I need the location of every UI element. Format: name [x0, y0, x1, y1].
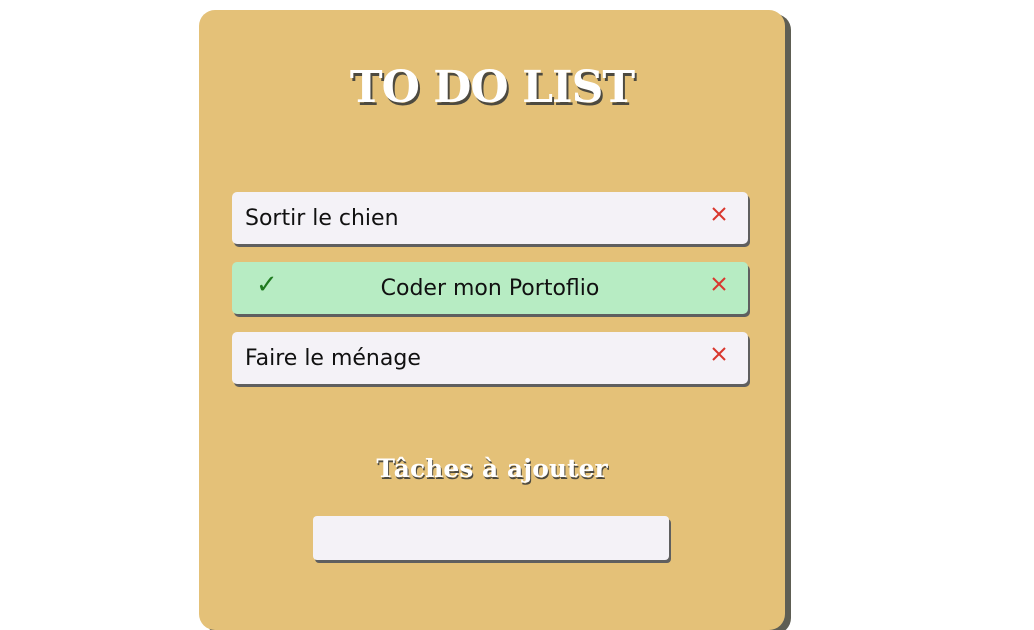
- task-item-sortir-le-chien[interactable]: Sortir le chien: [232, 192, 748, 244]
- task-label: Faire le ménage: [245, 345, 421, 371]
- task-item-coder-mon-portoflio[interactable]: ✓ Coder mon Portoflio: [232, 262, 748, 314]
- task-label: Coder mon Portoflio: [380, 275, 600, 301]
- todo-card: TO DO LIST Sortir le chien ✓ Coder mon P…: [199, 10, 785, 630]
- add-task-input[interactable]: [313, 516, 669, 560]
- page-title: TO DO LIST: [349, 62, 635, 113]
- task-item-faire-le-menage[interactable]: Faire le ménage: [232, 332, 748, 384]
- check-icon: ✓: [256, 270, 278, 300]
- add-task-heading: Tâches à ajouter: [376, 454, 608, 483]
- close-icon[interactable]: [708, 203, 730, 225]
- task-label: Sortir le chien: [245, 205, 399, 231]
- close-icon[interactable]: [708, 273, 730, 295]
- close-icon[interactable]: [708, 343, 730, 365]
